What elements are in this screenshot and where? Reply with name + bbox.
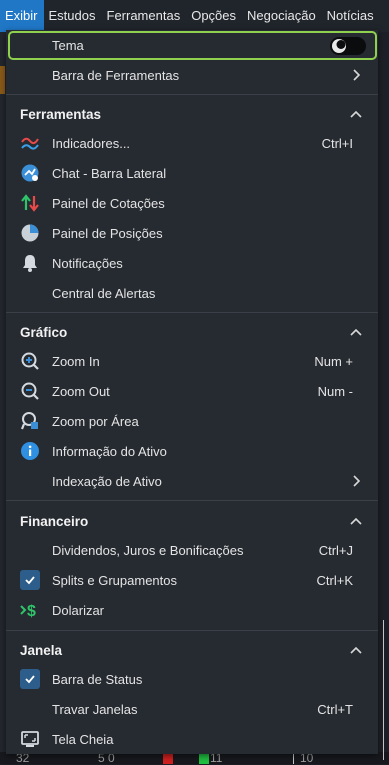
checkbox [20,669,40,689]
menu-item-label: Chat - Barra Lateral [52,165,167,181]
zoom-area-icon [20,411,40,431]
menu-item-indicadores[interactable]: Indicadores... Ctrl+I [6,128,378,158]
menu-item-label: Dividendos, Juros e Bonificações [52,542,244,558]
section-header-ferramentas[interactable]: Ferramentas [6,99,378,129]
menu-item-label: Painel de Cotações [52,195,165,211]
zoom-in-icon [20,351,40,371]
exibir-dropdown-menu: Tema Barra de Ferramentas Ferramentas In… [6,30,378,754]
menu-item-label: Informação do Ativo [52,443,167,459]
section-title: Financeiro [20,513,89,529]
shortcut-label: Ctrl+I [321,135,353,151]
checkbox [20,570,40,590]
menu-item-tema[interactable]: Tema [6,30,378,60]
menu-item-painel-posicoes[interactable]: Painel de Posições [6,218,378,248]
menu-item-barra-ferramentas[interactable]: Barra de Ferramentas [6,60,378,90]
menu-item-label: Indexação de Ativo [52,473,162,489]
chevron-up-icon [350,646,362,654]
menu-item-central-alertas[interactable]: Central de Alertas [6,278,378,308]
menu-item-zoom-area[interactable]: Zoom por Área [6,406,378,436]
section-title: Ferramentas [20,106,102,122]
menu-item-label: Tela Cheia [52,731,114,747]
menu-item-splits[interactable]: Splits e Grupamentos Ctrl+K [6,565,378,595]
chevron-up-icon [350,110,362,118]
menu-bar: Exibir Estudos Ferramentas Opções Negoci… [0,0,389,32]
shortcut-label: Ctrl+J [318,542,353,558]
menu-item-dolarizar[interactable]: $ Dolarizar [6,595,378,625]
indicators-icon [20,133,40,153]
background-candle-green [199,754,209,764]
chevron-up-icon [350,517,362,525]
menu-item-notificacoes[interactable]: Notificações [6,248,378,278]
menu-ferramentas[interactable]: Ferramentas [102,0,187,32]
menu-item-chat[interactable]: Chat - Barra Lateral [6,158,378,188]
svg-text:$: $ [27,603,36,620]
menu-item-painel-cotacoes[interactable]: Painel de Cotações [6,188,378,218]
divider [6,630,378,631]
menu-exibir[interactable]: Exibir [0,0,44,32]
menu-item-label: Travar Janelas [52,701,138,717]
menu-item-informacao-ativo[interactable]: Informação do Ativo [6,436,378,466]
menu-item-label: Zoom por Área [52,413,139,429]
fullscreen-icon [20,729,40,749]
zoom-out-icon [20,381,40,401]
menu-item-label: Zoom Out [52,383,110,399]
positions-pie-icon [20,223,40,243]
checkmark-icon [20,570,40,590]
menu-item-label: Central de Alertas [52,285,156,301]
background-candle-red [163,754,173,764]
chevron-right-icon [353,69,361,81]
shortcut-label: Num + [314,353,353,369]
quotes-icon [20,193,40,213]
menu-item-travar-janelas[interactable]: Travar Janelas Ctrl+T [6,694,378,724]
menu-item-tela-cheia[interactable]: Tela Cheia [6,724,378,754]
menu-negociacao[interactable]: Negociação [242,0,322,32]
checkmark-icon [20,669,40,689]
background-gridline [383,620,384,760]
divider [6,500,378,501]
menu-item-label: Zoom In [52,353,100,369]
menu-item-label: Barra de Status [52,671,143,687]
info-icon [20,441,40,461]
menu-item-zoom-in[interactable]: Zoom In Num + [6,346,378,376]
menu-item-zoom-out[interactable]: Zoom Out Num - [6,376,378,406]
menu-item-barra-status[interactable]: Barra de Status [6,664,378,694]
menu-item-dividendos[interactable]: Dividendos, Juros e Bonificações Ctrl+J [6,535,378,565]
divider [6,312,378,313]
menu-item-label: Indicadores... [52,135,131,151]
theme-moon-icon [332,39,346,53]
divider [6,94,378,95]
shortcut-label: Num - [317,383,353,399]
chat-icon [20,163,40,183]
shortcut-label: Ctrl+T [317,701,353,717]
background-accent [0,66,5,94]
chevron-up-icon [350,328,362,336]
menu-item-label: Barra de Ferramentas [52,67,180,83]
menu-estudos[interactable]: Estudos [44,0,102,32]
section-title: Janela [20,642,63,658]
section-header-grafico[interactable]: Gráfico [6,317,378,347]
menu-item-label: Notificações [52,255,123,271]
chevron-right-icon [353,475,361,487]
dollar-icon: $ [20,600,40,620]
section-title: Gráfico [20,324,68,340]
section-header-financeiro[interactable]: Financeiro [6,506,378,536]
menu-item-label: Painel de Posições [52,225,163,241]
menu-item-label: Splits e Grupamentos [52,572,178,588]
menu-noticias[interactable]: Notícias [322,0,380,32]
shortcut-label: Ctrl+K [316,572,353,588]
menu-item-label: Dolarizar [52,602,105,618]
theme-toggle[interactable] [330,37,366,55]
menu-item-label: Tema [52,37,84,53]
section-header-janela[interactable]: Janela [6,635,378,665]
menu-item-indexacao-ativo[interactable]: Indexação de Ativo [6,466,378,496]
menu-opcoes[interactable]: Opções [186,0,242,32]
bell-icon [20,253,40,273]
